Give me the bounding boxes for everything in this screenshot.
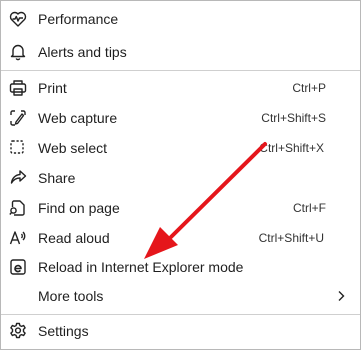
menu-item-find-on-page[interactable]: Find on page Ctrl+F [1, 193, 360, 223]
menu-item-label: Share [38, 170, 76, 186]
web-capture-icon [7, 107, 29, 129]
share-icon [7, 167, 29, 189]
divider [1, 314, 360, 315]
menu-item-read-aloud[interactable]: Read aloud Ctrl+Shift+U [1, 223, 360, 253]
menu-item-label: Web select [38, 140, 107, 156]
printer-icon [7, 77, 29, 99]
shortcut-text: Ctrl+P [292, 81, 326, 95]
bell-icon [7, 41, 29, 63]
menu-item-label: Settings [38, 323, 89, 339]
internet-explorer-icon [7, 256, 29, 278]
menu-item-label: Reload in Internet Explorer mode [38, 259, 244, 275]
context-menu: Performance Alerts and tips Print Ctrl+P [0, 0, 361, 350]
find-on-page-icon [7, 197, 29, 219]
gear-icon [7, 320, 29, 342]
divider [1, 70, 360, 71]
web-select-icon [7, 137, 29, 159]
heartbeat-icon [7, 8, 29, 30]
shortcut-text: Ctrl+Shift+U [258, 231, 324, 245]
chevron-right-icon [338, 291, 345, 301]
menu-item-label: Web capture [38, 110, 118, 126]
menu-item-print[interactable]: Print Ctrl+P [1, 73, 360, 103]
menu-item-label: Find on page [38, 200, 120, 216]
menu-item-label: Alerts and tips [38, 44, 127, 60]
menu-item-settings[interactable]: Settings [1, 316, 360, 346]
read-aloud-icon [7, 227, 29, 249]
menu-item-reload-in-ie-mode[interactable]: Reload in Internet Explorer mode [1, 252, 360, 282]
menu-item-web-select[interactable]: Web select Ctrl+Shift+X [1, 133, 360, 163]
shortcut-text: Ctrl+F [293, 201, 326, 215]
shortcut-text: Ctrl+Shift+S [261, 111, 326, 125]
menu-item-label: Performance [38, 11, 119, 27]
shortcut-text: Ctrl+Shift+X [259, 141, 324, 155]
menu-item-label: Read aloud [38, 230, 110, 246]
menu-item-web-capture[interactable]: Web capture Ctrl+Shift+S [1, 103, 360, 133]
menu-item-alerts-and-tips[interactable]: Alerts and tips [1, 37, 360, 67]
menu-item-more-tools[interactable]: More tools [1, 281, 360, 311]
menu-item-label: Print [38, 80, 67, 96]
menu-item-performance[interactable]: Performance [1, 4, 360, 34]
menu-item-share[interactable]: Share [1, 163, 360, 193]
menu-item-label: More tools [38, 288, 104, 304]
